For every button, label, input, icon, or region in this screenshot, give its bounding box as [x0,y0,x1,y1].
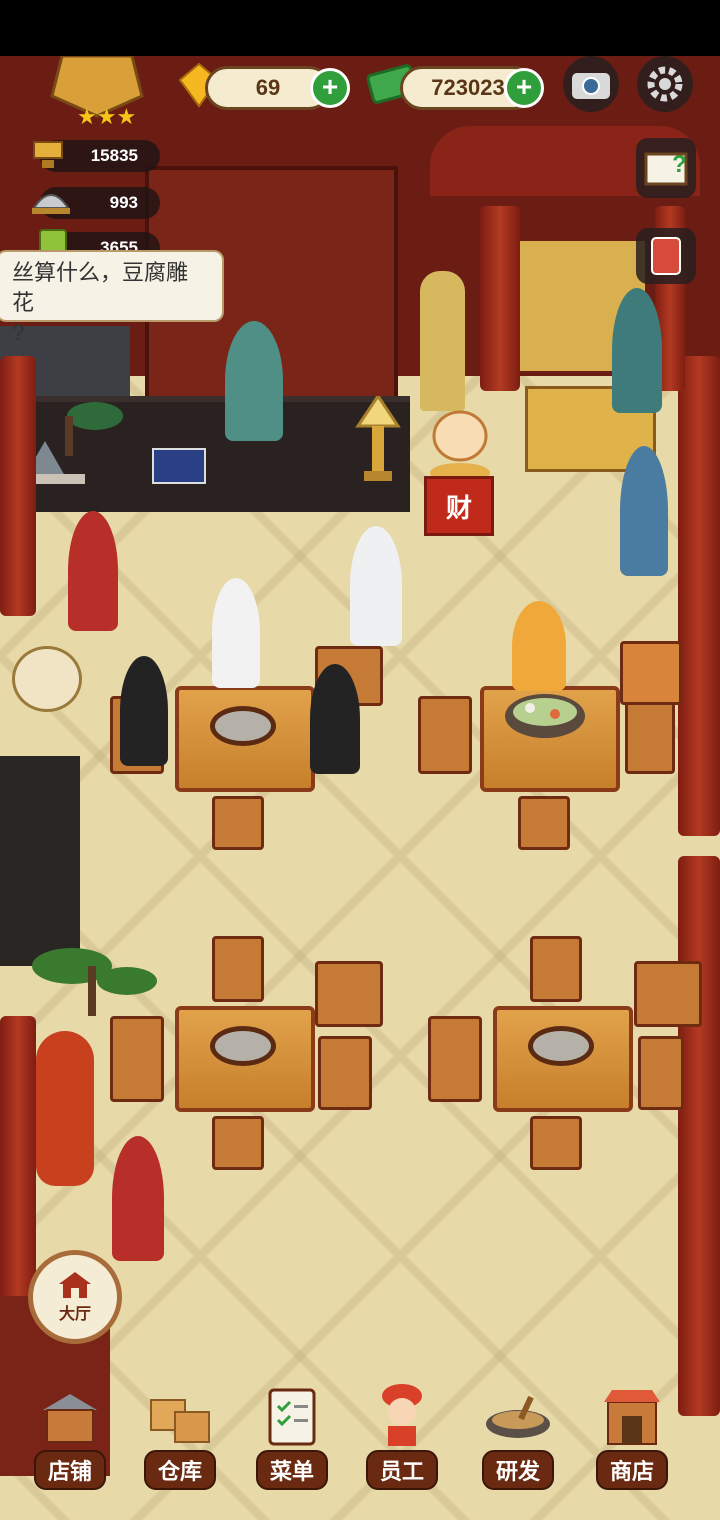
chair [428,1016,482,1102]
hotpot-icon [210,706,276,746]
nav-menu-label: 菜单 [255,1450,328,1490]
customer-character[interactable] [620,446,668,576]
serving-cart [620,641,682,705]
shop-building-icon [35,1388,105,1448]
nav-store[interactable]: 商店 [592,1382,672,1490]
waiter-character[interactable] [68,511,118,631]
camera-icon [572,73,610,99]
red-vase-icon [36,1031,94,1186]
chair [634,961,702,1027]
customer-character[interactable] [212,578,260,688]
nav-staff[interactable]: 员工 [362,1382,442,1490]
chair [315,961,383,1027]
nav-store-label: 商店 [595,1450,668,1490]
pine-tree-icon [22,936,162,1016]
hall-button[interactable]: 大厅 [28,1250,122,1344]
speech-line-1: 丝算什么，豆腐雕花 [12,260,189,315]
hotpot-icon [210,1026,276,1066]
nav-warehouse[interactable]: 仓库 [140,1388,220,1490]
add-diamonds-button[interactable]: + [310,68,350,108]
nav-menu[interactable]: 菜单 [252,1382,332,1490]
nav-shop[interactable]: 店铺 [30,1388,110,1490]
right-pillar-lower [678,856,720,1416]
settings-button[interactable] [637,56,693,112]
chair [318,1036,372,1110]
customer-character[interactable] [512,601,566,691]
nav-research-label: 研发 [481,1450,554,1490]
hall-button-label: 大厅 [58,1306,91,1323]
chair [530,936,582,1002]
porcelain-jar-icon [12,646,82,712]
hotpot-dish-icon [500,686,590,746]
notes-icon[interactable] [636,228,696,284]
gate-pillar [480,206,520,391]
camera-button[interactable] [563,56,619,112]
left-pillar [0,356,36,616]
chair [212,1116,264,1170]
house-icon [59,1272,91,1298]
right-pillar [678,356,720,836]
chair [110,1016,164,1102]
chair [530,1116,582,1170]
chair [518,796,570,850]
chair [625,696,675,774]
chair [212,796,264,850]
warehouse-boxes-icon [145,1388,215,1448]
waiter-character[interactable] [112,1136,164,1261]
table-lamp-icon [350,393,406,486]
golden-pillar-ornament [420,271,465,411]
speech-bubble: 丝算什么，豆腐雕花 ? [0,250,224,345]
chair [418,696,472,774]
receptionist-character[interactable] [225,321,283,441]
menu-clipboard-icon [257,1382,327,1448]
chair [638,1036,684,1110]
svg-text:★★★: ★★★ [77,105,136,128]
hotpot-icon [528,1026,594,1066]
customer-character[interactable] [120,656,168,766]
research-wok-icon [483,1388,553,1448]
store-awning-icon [597,1382,667,1448]
gear-icon [647,66,683,102]
nav-warehouse-label: 仓库 [143,1450,216,1490]
status-bar [0,0,720,56]
guide-book-icon[interactable]: ? [636,138,696,198]
speech-line-2: ? [12,320,25,345]
add-cash-button[interactable]: + [504,68,544,108]
nav-shop-label: 店铺 [33,1450,106,1490]
restaurant-rank-badge[interactable]: ★★★ [32,54,162,130]
staff-chef-icon [367,1382,437,1448]
sauce-station[interactable] [0,756,80,966]
chair [212,936,264,1002]
fortune-sign: 财 [424,476,494,536]
customer-character[interactable] [612,288,662,413]
svg-text:?: ? [672,151,687,178]
trophy-icon [28,134,68,174]
cloche-icon [30,180,72,220]
nav-research[interactable]: 研发 [478,1388,558,1490]
customer-character[interactable] [310,664,360,774]
chef-character[interactable] [350,526,402,646]
tablet-icon [152,448,206,484]
nav-staff-label: 员工 [365,1450,438,1490]
bottom-nav: 店铺 仓库 菜单 员工 研发 商店 [0,1376,720,1490]
